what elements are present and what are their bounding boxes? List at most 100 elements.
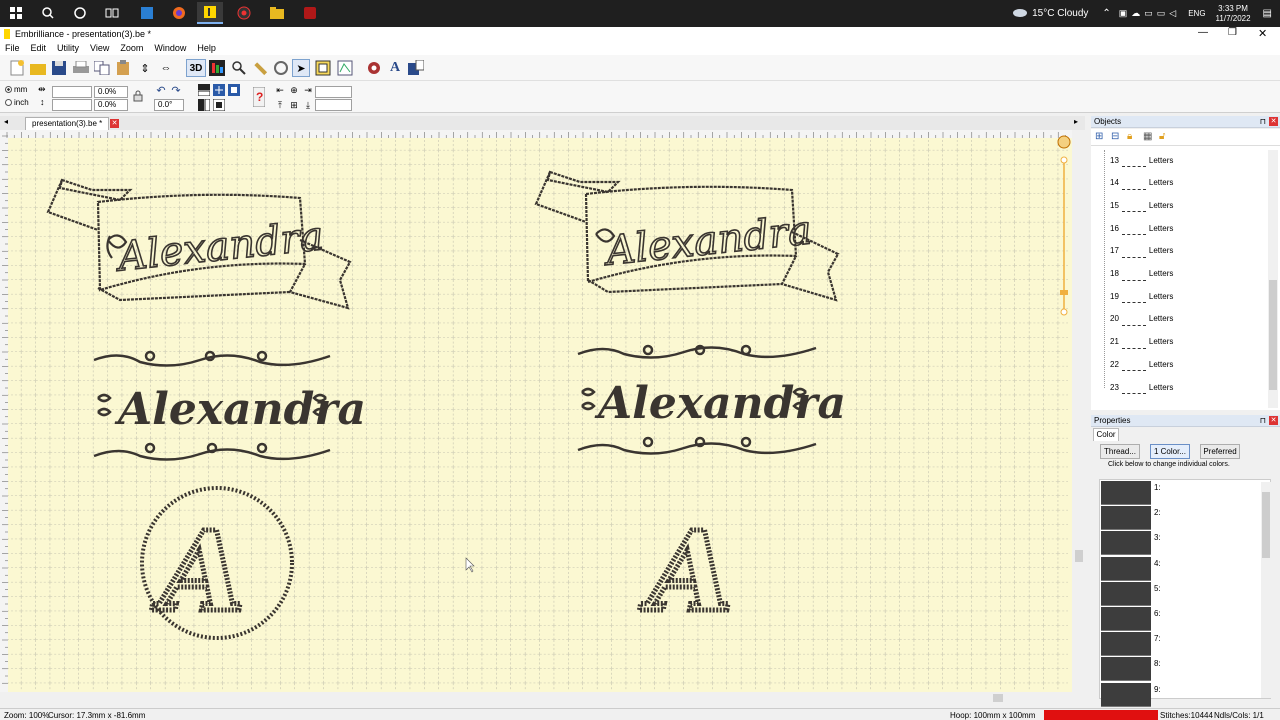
menu-edit[interactable]: Edit	[31, 43, 47, 53]
object-row[interactable]: 15 Letters	[1110, 195, 1173, 215]
bold-name-left[interactable]: Alexandra	[114, 384, 366, 435]
notification-icon[interactable]: ▤	[1263, 8, 1272, 19]
panel-pin-icon[interactable]: ⊓	[1260, 415, 1266, 427]
app-pinned-icon[interactable]	[134, 2, 160, 24]
height-percent-input[interactable]: 0.0%	[94, 99, 128, 111]
record-app-icon[interactable]	[231, 2, 257, 24]
text-tool-icon[interactable]: A	[386, 59, 404, 77]
align-hright-icon[interactable]: ⇥	[301, 83, 315, 97]
tab-scroll-left-icon[interactable]: ◂	[4, 117, 8, 126]
align-vcenter-icon[interactable]: ⊞	[287, 98, 301, 112]
select-pointer-icon[interactable]: ➤	[292, 59, 310, 77]
stitch-density-icon[interactable]	[208, 59, 226, 77]
panel-pin-icon[interactable]: ⊓	[1260, 116, 1266, 128]
design-properties-icon[interactable]	[336, 59, 354, 77]
color-swatch[interactable]	[1101, 682, 1151, 707]
tab-close-icon[interactable]: ✕	[110, 119, 119, 128]
measure-icon[interactable]	[251, 59, 269, 77]
search-icon[interactable]	[35, 2, 61, 24]
flip-vertical-icon[interactable]: ⇕	[136, 59, 154, 77]
color-swatch[interactable]	[1101, 657, 1151, 682]
horizontal-scroll-thumb[interactable]	[993, 694, 1003, 702]
zoom-icon[interactable]	[230, 59, 248, 77]
preferred-button[interactable]: Preferred	[1200, 444, 1240, 459]
save-icon[interactable]	[50, 59, 68, 77]
design-canvas[interactable]: Alexandra Alexandra Alexandra Alexandra …	[0, 130, 1085, 705]
color-swatch[interactable]	[1101, 581, 1151, 606]
embrilliance-taskbar-icon[interactable]	[197, 2, 223, 24]
maximize-icon[interactable]: ❐	[1228, 27, 1237, 38]
rotate-right-icon[interactable]: ↷	[169, 83, 183, 97]
paste-icon[interactable]	[114, 59, 132, 77]
color-swatch[interactable]	[1101, 481, 1151, 505]
vertical-scroll-thumb[interactable]	[1075, 550, 1083, 562]
windows-start-icon[interactable]	[3, 2, 29, 24]
rotate-input[interactable]: 0.0°	[154, 99, 184, 111]
object-row[interactable]: 17 Letters	[1110, 241, 1173, 261]
bold-name-right[interactable]: Alexandra	[594, 378, 846, 429]
tray-icons[interactable]: ▣☁▭▭◁	[1119, 8, 1180, 19]
tab-scroll-right-icon[interactable]: ▸	[1074, 117, 1078, 126]
lock-proportions-icon[interactable]	[131, 89, 145, 103]
flip-horizontal-icon[interactable]: ⇔	[157, 59, 175, 77]
align-vtop-icon[interactable]: ⤒	[273, 98, 287, 112]
center-icon[interactable]	[212, 83, 226, 97]
object-row[interactable]: 22 Letters	[1110, 354, 1173, 374]
red-app-icon[interactable]	[297, 2, 323, 24]
monogram-letter-circle[interactable]: A	[149, 505, 248, 639]
color-swatch[interactable]	[1101, 531, 1151, 556]
object-row[interactable]: 14 Letters	[1110, 173, 1173, 193]
3d-view-button[interactable]: 3D	[186, 59, 206, 77]
copy-icon[interactable]	[93, 59, 111, 77]
object-row[interactable]: 23 Letters	[1110, 377, 1173, 397]
color-count-button[interactable]: 1 Color...	[1150, 444, 1190, 459]
chevron-up-icon[interactable]: ⌃	[1102, 8, 1110, 19]
object-row[interactable]: 18 Letters	[1110, 264, 1173, 284]
align-hcenter-icon[interactable]: ⊕	[287, 83, 301, 97]
center-all-icon[interactable]	[227, 83, 241, 97]
ungroup-icon[interactable]: ⊟	[1111, 131, 1119, 142]
grid-icon[interactable]	[314, 59, 332, 77]
group-icon[interactable]: ⊞	[1095, 131, 1103, 142]
menu-zoom[interactable]: Zoom	[120, 43, 143, 53]
color-list-scrollbar[interactable]	[1261, 482, 1271, 698]
hoop-icon[interactable]	[272, 59, 290, 77]
objects-scrollbar[interactable]	[1268, 150, 1278, 408]
lock-all-icon[interactable]: ▦	[1143, 131, 1152, 142]
unit-mm-option[interactable]: mm	[5, 85, 27, 94]
object-row[interactable]: 21 Letters	[1110, 332, 1173, 352]
object-row[interactable]: 19 Letters	[1110, 286, 1173, 306]
menu-help[interactable]: Help	[197, 43, 216, 53]
print-icon[interactable]	[72, 59, 90, 77]
close-icon[interactable]: ✕	[1258, 27, 1267, 40]
color-scroll-thumb[interactable]	[1262, 492, 1270, 558]
cortana-icon[interactable]	[67, 2, 93, 24]
menu-window[interactable]: Window	[154, 43, 186, 53]
object-row[interactable]: 16 Letters	[1110, 218, 1173, 238]
color-swatch[interactable]	[1101, 556, 1151, 581]
export-icon[interactable]	[407, 59, 425, 77]
menu-utility[interactable]: Utility	[57, 43, 79, 53]
task-view-icon[interactable]	[99, 2, 125, 24]
document-tab[interactable]: presentation(3).be *	[25, 117, 110, 130]
objects-scroll-thumb[interactable]	[1269, 280, 1277, 390]
align-top-icon[interactable]	[197, 83, 211, 97]
panel-close-icon[interactable]: ✕	[1269, 117, 1278, 126]
rotate-left-icon[interactable]: ↶	[154, 83, 168, 97]
color-swatch[interactable]	[1101, 607, 1151, 631]
lock-icon[interactable]: 🔒︎	[1127, 131, 1132, 142]
object-row[interactable]: 20 Letters	[1110, 309, 1173, 329]
object-row[interactable]: 13 Letters	[1110, 150, 1173, 170]
tab-color[interactable]: Color	[1093, 428, 1119, 441]
spacing-x-input[interactable]	[315, 86, 352, 98]
firefox-icon[interactable]	[166, 2, 192, 24]
monogram-letter[interactable]: A	[637, 505, 736, 639]
file-explorer-icon[interactable]	[264, 2, 290, 24]
canvas-svg[interactable]: Alexandra Alexandra Alexandra Alexandra …	[0, 130, 1085, 705]
vertical-scrollbar[interactable]	[1072, 130, 1085, 705]
open-folder-icon[interactable]	[29, 59, 47, 77]
menu-file[interactable]: File	[5, 43, 20, 53]
color-swatch[interactable]	[1101, 506, 1151, 531]
height-input[interactable]	[52, 99, 92, 111]
new-file-icon[interactable]	[8, 59, 26, 77]
